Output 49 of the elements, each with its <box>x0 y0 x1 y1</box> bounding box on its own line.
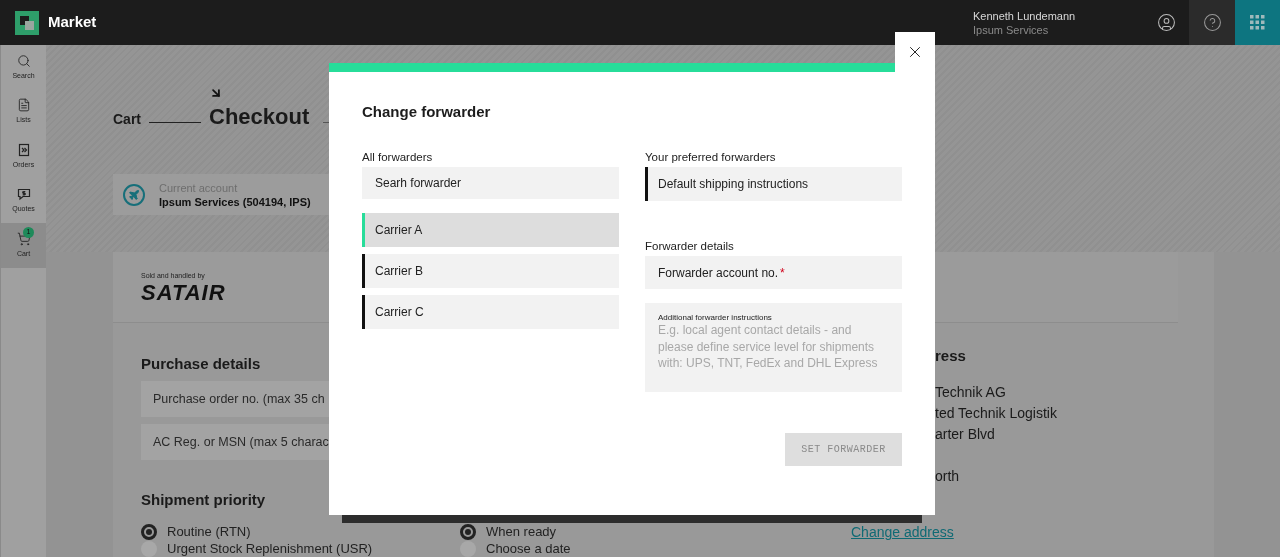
search-field[interactable]: Searh forwarder <box>362 167 619 199</box>
app-name: Market <box>48 12 97 33</box>
radio-button[interactable] <box>460 540 476 557</box>
grid-icon <box>1250 15 1265 30</box>
cart-icon <box>16 231 31 246</box>
radio-button[interactable] <box>141 523 157 540</box>
radio-label: When ready <box>486 523 557 540</box>
field-label: Additional forwarder instructions <box>658 313 772 322</box>
apps-button[interactable] <box>1235 0 1280 45</box>
column-label: Your preferred forwarders <box>645 150 777 165</box>
search-icon <box>16 53 31 68</box>
field-label: Forwarder account no. <box>658 264 779 282</box>
address-line: orth <box>935 467 960 486</box>
address-heading: ress <box>935 346 966 366</box>
account-number-field[interactable]: Forwarder account no. * <box>645 256 902 289</box>
section-heading: Purchase details <box>141 354 261 374</box>
modal-title: Change forwarder <box>362 102 491 121</box>
user-icon <box>1156 13 1176 32</box>
section-heading: Shipment priority <box>141 490 266 509</box>
arrow-icon <box>209 86 223 100</box>
address-line: ted Technik Logistik <box>935 404 1057 423</box>
forward-document-icon <box>16 142 31 157</box>
account-value: Ipsum Services (504194, IPS) <box>159 194 311 209</box>
brand-logo: SATAIR <box>141 280 226 306</box>
company-name: Ipsum Services <box>973 22 1050 37</box>
step-label: Cart <box>113 110 141 129</box>
user-name: Kenneth Lundemann <box>973 8 1077 23</box>
forwarder-item[interactable]: Carrier B <box>362 254 619 288</box>
preferred-forwarder-item[interactable]: Default shipping instructions <box>645 167 902 201</box>
address-line: arter Blvd <box>935 425 995 444</box>
forwarder-item[interactable]: Carrier C <box>362 295 619 329</box>
column-label: Forwarder details <box>645 239 735 254</box>
app-logo-icon <box>15 10 39 35</box>
required-mark: * <box>780 264 785 282</box>
help-button[interactable] <box>1189 0 1235 45</box>
document-icon <box>16 98 31 112</box>
plane-icon <box>123 183 145 206</box>
radio-label: Urgent Stock Replenishment (USR) <box>167 540 373 557</box>
quote-bubble-icon <box>16 187 31 201</box>
forwarder-item[interactable]: Carrier A <box>362 213 619 247</box>
help-icon <box>1202 13 1222 32</box>
step-label: Checkout <box>209 103 310 131</box>
column-label: All forwarders <box>362 150 434 165</box>
radio-label: Choose a date <box>486 540 571 557</box>
instructions-field[interactable]: Additional forwarder instructions E.g. local agent contact details - and please define service level for shipments with: UPS, TNT, FedEx and DHL Express <box>645 303 902 392</box>
radio-button[interactable] <box>460 523 476 540</box>
radio-button[interactable] <box>141 540 157 557</box>
radio-label: Routine (RTN) <box>167 523 251 540</box>
address-line: Technik AG <box>935 383 1006 402</box>
